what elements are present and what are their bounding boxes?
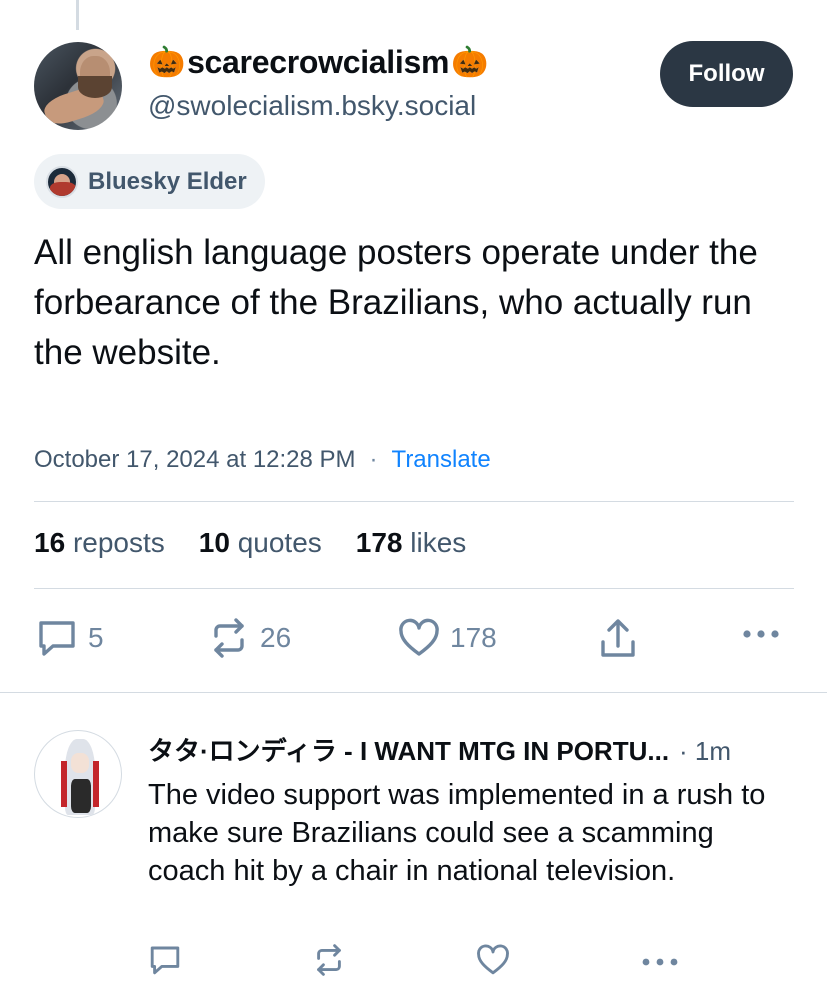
pumpkin-emoji-icon: 🎃 (451, 45, 489, 79)
avatar-art-face (71, 753, 89, 773)
verification-badge[interactable]: Bluesky Elder (34, 154, 265, 209)
repost-count: 26 (260, 622, 292, 653)
translate-link[interactable]: Translate (392, 446, 491, 474)
reply-button[interactable]: 5 (36, 618, 104, 658)
post-timestamp: October 17, 2024 at 12:28 PM (34, 446, 356, 473)
avatar-art-ribbon (93, 761, 99, 807)
speech-bubble-icon (150, 946, 180, 975)
pumpkin-emoji-icon: 🎃 (148, 45, 186, 79)
likes-count: 178 (355, 527, 403, 558)
post-meta: October 17, 2024 at 12:28 PM · Translate (34, 446, 491, 474)
reply-count: 5 (88, 622, 104, 653)
engagement-stats: 16 reposts 10 quotes 178 likes (34, 527, 466, 559)
repost-button[interactable]: 26 (208, 618, 291, 658)
speech-bubble-icon (39, 621, 75, 656)
reply-timestamp[interactable]: · 1m (679, 736, 731, 767)
reposts-count: 16 (34, 527, 66, 558)
reply-author-name[interactable]: タタ·ロンディラ - I WANT MTG IN PORTU... (148, 731, 669, 768)
quotes-label: quotes (237, 527, 322, 558)
repost-arrows-icon (214, 618, 244, 658)
divider (34, 588, 794, 589)
heart-icon (399, 618, 439, 656)
reposts-label: reposts (72, 527, 165, 558)
post-action-bar: 5 26 178 (0, 618, 827, 662)
avatar-photo-beard (78, 76, 112, 98)
author-avatar[interactable] (34, 42, 122, 130)
more-dots-icon (642, 958, 678, 966)
repost-arrows-icon (317, 944, 341, 976)
section-divider (0, 692, 827, 693)
meta-separator: · (369, 446, 378, 473)
post-body-text: All english language posters operate und… (34, 233, 758, 372)
author-display-name[interactable]: 🎃 scarecrowcialism 🎃 (148, 44, 488, 81)
reply-body-text: The video support was implemented in a r… (148, 779, 766, 887)
more-dots-icon (743, 630, 779, 638)
reply-repost-button[interactable] (312, 944, 346, 976)
reply-action-bar (0, 944, 827, 984)
author-handle[interactable]: @swolecialism.bsky.social (148, 90, 476, 122)
more-options-button[interactable] (742, 624, 780, 644)
reply-like-button[interactable] (476, 944, 510, 976)
share-upload-icon (601, 619, 635, 657)
like-count: 178 (450, 622, 497, 653)
like-button[interactable]: 178 (398, 618, 497, 658)
quotes-stat[interactable]: 10 quotes (199, 527, 322, 559)
reply-reply-button[interactable] (148, 944, 182, 976)
follow-button[interactable]: Follow (660, 41, 793, 107)
thread-connector-line (76, 0, 79, 30)
reply-more-button[interactable] (641, 952, 679, 972)
share-button[interactable] (598, 618, 638, 660)
badge-label: Bluesky Elder (88, 167, 247, 195)
quotes-count: 10 (198, 527, 230, 558)
avatar-art-body (71, 779, 91, 813)
likes-label: likes (410, 527, 467, 558)
reply-header: タタ·ロンディラ - I WANT MTG IN PORTU... · 1m (148, 731, 798, 768)
divider (34, 501, 794, 502)
avatar-art-ribbon (61, 761, 67, 807)
author-name-text[interactable]: scarecrowcialism (187, 44, 449, 81)
likes-stat[interactable]: 178 likes (356, 527, 467, 559)
badge-avatar-icon (46, 165, 78, 198)
reply-author-avatar[interactable] (34, 730, 122, 818)
heart-icon (477, 944, 509, 975)
reposts-stat[interactable]: 16 reposts (34, 527, 165, 559)
